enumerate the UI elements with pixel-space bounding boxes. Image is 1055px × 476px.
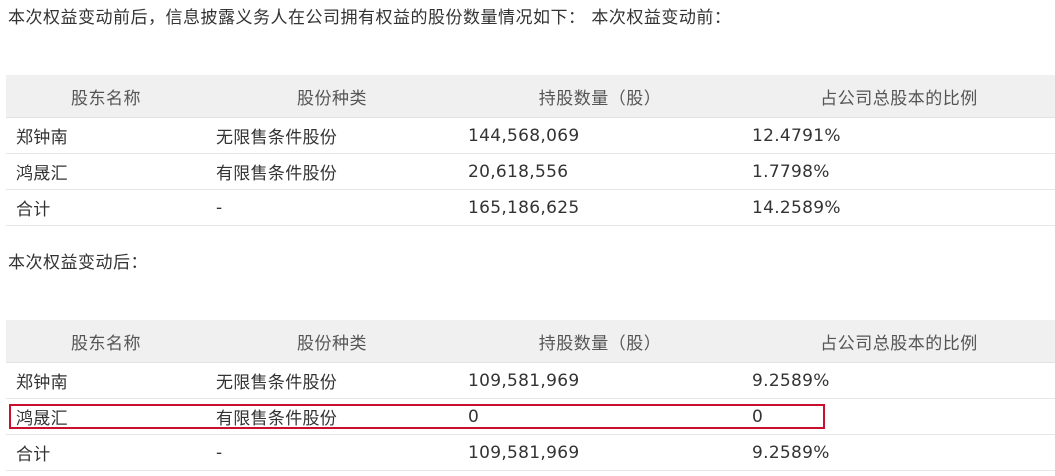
cell-shareholder-name: 郑钟南 bbox=[6, 117, 206, 154]
cell-ratio: 14.2589% bbox=[742, 189, 1055, 226]
after-change-label: 本次权益变动后： bbox=[8, 253, 148, 273]
cell-ratio: 9.2589% bbox=[742, 434, 1055, 471]
cell-ratio: 0 bbox=[742, 398, 1055, 435]
cell-share-type: 无限售条件股份 bbox=[206, 362, 458, 399]
table-header-row: 股东名称 股份种类 持股数量（股） 占公司总股本的比例 bbox=[6, 320, 1055, 363]
header-ratio: 占公司总股本的比例 bbox=[742, 320, 1055, 363]
header-share-type: 股份种类 bbox=[206, 75, 458, 118]
table-row-highlighted: 鸿晟汇 有限售条件股份 0 0 bbox=[6, 398, 1055, 435]
table-row-total: 合计 - 109,581,969 9.2589% bbox=[6, 434, 1055, 471]
cell-share-type: 有限售条件股份 bbox=[206, 153, 458, 190]
header-shareholder-name: 股东名称 bbox=[6, 75, 206, 118]
cell-shareholder-name: 鸿晟汇 bbox=[6, 153, 206, 190]
header-share-count: 持股数量（股） bbox=[458, 75, 742, 118]
cell-share-type: - bbox=[206, 189, 458, 226]
cell-share-count: 109,581,969 bbox=[458, 362, 742, 399]
header-share-count: 持股数量（股） bbox=[458, 320, 742, 363]
cell-shareholder-name: 合计 bbox=[6, 189, 206, 226]
cell-ratio: 9.2589% bbox=[742, 362, 1055, 399]
header-share-type: 股份种类 bbox=[206, 320, 458, 363]
table-row-total: 合计 - 165,186,625 14.2589% bbox=[6, 189, 1055, 226]
cell-shareholder-name: 合计 bbox=[6, 434, 206, 471]
cell-share-type: 有限售条件股份 bbox=[206, 398, 458, 435]
header-shareholder-name: 股东名称 bbox=[6, 320, 206, 363]
table-row: 郑钟南 无限售条件股份 144,568,069 12.4791% bbox=[6, 117, 1055, 154]
cell-shareholder-name: 鸿晟汇 bbox=[6, 398, 206, 435]
holdings-table-before: 股东名称 股份种类 持股数量（股） 占公司总股本的比例 郑钟南 无限售条件股份 … bbox=[6, 75, 1055, 226]
holdings-table-after: 股东名称 股份种类 持股数量（股） 占公司总股本的比例 郑钟南 无限售条件股份 … bbox=[6, 320, 1055, 471]
cell-share-count: 144,568,069 bbox=[458, 117, 742, 154]
table-header-row: 股东名称 股份种类 持股数量（股） 占公司总股本的比例 bbox=[6, 75, 1055, 118]
table-row: 郑钟南 无限售条件股份 109,581,969 9.2589% bbox=[6, 362, 1055, 399]
cell-shareholder-name: 郑钟南 bbox=[6, 362, 206, 399]
cell-share-count: 20,618,556 bbox=[458, 153, 742, 190]
cell-share-count: 165,186,625 bbox=[458, 189, 742, 226]
cell-share-type: - bbox=[206, 434, 458, 471]
cell-share-type: 无限售条件股份 bbox=[206, 117, 458, 154]
header-ratio: 占公司总股本的比例 bbox=[742, 75, 1055, 118]
cell-ratio: 12.4791% bbox=[742, 117, 1055, 154]
cell-share-count: 109,581,969 bbox=[458, 434, 742, 471]
cell-ratio: 1.7798% bbox=[742, 153, 1055, 190]
intro-paragraph: 本次权益变动前后，信息披露义务人在公司拥有权益的股份数量情况如下： 本次权益变动… bbox=[8, 8, 732, 28]
table-row: 鸿晟汇 有限售条件股份 20,618,556 1.7798% bbox=[6, 153, 1055, 190]
cell-share-count: 0 bbox=[458, 398, 742, 435]
